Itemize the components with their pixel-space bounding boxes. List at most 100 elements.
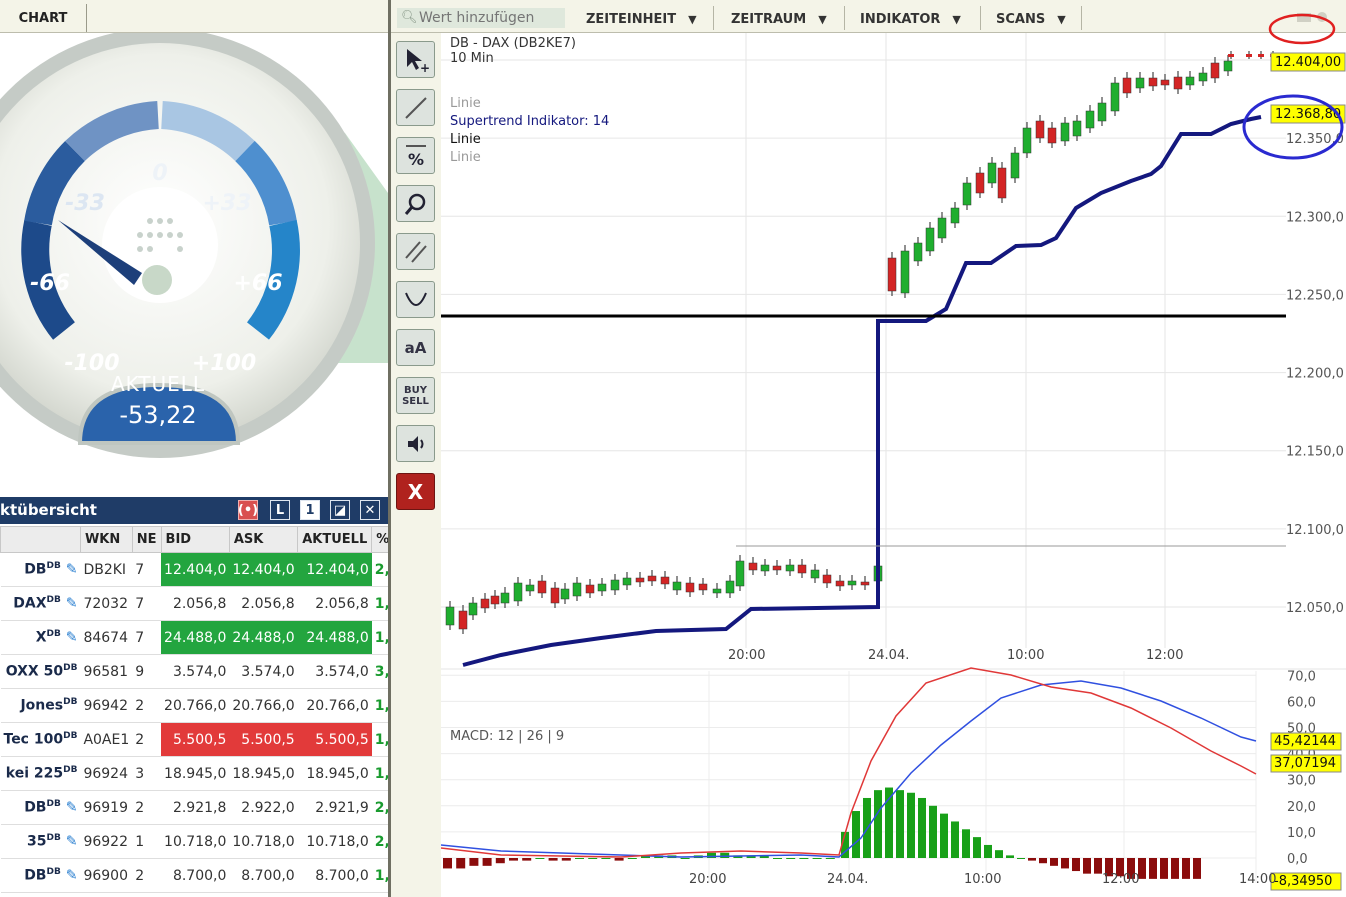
gauge-label-zero: 0 <box>152 161 167 186</box>
chart-tab[interactable]: CHART <box>0 4 87 32</box>
chart-toolbar: 🔍︎ ZEITEINHEIT▼ ZEITRAUM▼ INDIKATOR▼ SCA… <box>391 0 1346 33</box>
price-chart[interactable]: DB - DAX (DB2KE7) 10 Min Linie Supertren… <box>441 33 1346 897</box>
col-ask[interactable]: ASK <box>229 527 297 553</box>
cell-ne: 9 <box>132 655 161 689</box>
db-superscript: DB <box>46 799 60 809</box>
candle-body <box>1061 123 1069 141</box>
cell-akt-text: 18.945,0 <box>306 766 368 782</box>
legend-supertrend[interactable]: Supertrend Indikator: 14 <box>450 114 609 129</box>
candle-body <box>823 575 831 583</box>
table-row[interactable]: DBDB ✎9690028.700,08.700,08.700,01,58 % <box>1 859 389 893</box>
text-tool-button[interactable]: aA <box>396 329 435 366</box>
candle-body <box>1036 121 1044 138</box>
layout-l-button[interactable]: L <box>270 500 290 520</box>
cell-wkn: 96924 <box>80 757 132 791</box>
col-wkn[interactable]: WKN <box>80 527 132 553</box>
cell-akt-text: 10.718,0 <box>306 834 368 850</box>
close-watchlist-button[interactable]: ✕ <box>360 500 380 520</box>
buy-sell-button[interactable]: BUYSELL <box>396 377 435 414</box>
table-row[interactable]: OXX 50DB9658193.574,03.574,03.574,03,61 … <box>1 655 389 689</box>
cell-name: DBDB ✎ <box>1 791 81 825</box>
macd-histogram-bar <box>973 837 981 858</box>
cell-pct-text: 1,03 % <box>375 698 388 714</box>
col-name[interactable] <box>1 527 81 553</box>
add-symbol-input[interactable] <box>397 8 565 28</box>
db-superscript: DB <box>46 867 60 877</box>
menu-separator <box>1081 6 1082 30</box>
buy-label: BUY <box>404 385 427 396</box>
table-row[interactable]: DBDB ✎9691922.921,82.922,02.921,92,17 % <box>1 791 389 825</box>
cell-akt: 5.500,5 <box>298 723 372 757</box>
cell-wkn-text: 96900 <box>83 868 128 884</box>
col-bid[interactable]: BID <box>161 527 229 553</box>
percent-tool-button[interactable]: % <box>396 137 435 174</box>
cell-wkn: 96922 <box>80 825 132 859</box>
edit-pencil-icon[interactable]: ✎ <box>61 596 78 612</box>
col-pct[interactable]: % <box>372 527 388 553</box>
cell-wkn: 96900 <box>80 859 132 893</box>
candle-body <box>811 570 819 578</box>
col-ne[interactable]: NE <box>132 527 161 553</box>
macd-histogram-bar <box>615 858 624 861</box>
cell-name: DBDB ✎ <box>1 859 81 893</box>
candle-body <box>1149 78 1157 86</box>
candle-body <box>1186 77 1194 85</box>
cell-pct-text: 2,75 % <box>375 562 388 578</box>
legend-linie-2[interactable]: Linie <box>450 132 481 147</box>
table-row[interactable]: Tec 100DBA0AE125.500,55.500,55.500,51,05… <box>1 723 389 757</box>
table-row[interactable]: XDB ✎84674724.488,024.488,024.488,01,96 … <box>1 621 389 655</box>
macd-tick-label: 30,0 <box>1287 774 1316 789</box>
table-row[interactable]: 35DB ✎96922110.718,010.718,010.718,02,82… <box>1 825 389 859</box>
candle-body <box>963 183 971 205</box>
aktuell-value: -53,22 <box>119 401 196 429</box>
layout-1-button[interactable]: 1 <box>300 500 320 520</box>
menu-zeitraum[interactable]: ZEITRAUM▼ <box>731 8 827 30</box>
macd-histogram-bar <box>1061 858 1069 868</box>
edit-pencil-icon[interactable]: ✎ <box>61 834 78 850</box>
line-tool-button[interactable] <box>396 89 435 126</box>
col-aktuell[interactable]: AKTUELL <box>298 527 372 553</box>
zoom-tool-button[interactable] <box>396 185 435 222</box>
table-row[interactable]: kei 225DB96924318.945,018.945,018.945,01… <box>1 757 389 791</box>
menu-indikator[interactable]: INDIKATOR▼ <box>860 8 961 30</box>
cell-akt-text: 2.921,9 <box>315 800 368 816</box>
table-row[interactable]: JonesDB96942220.766,020.766,020.766,01,0… <box>1 689 389 723</box>
cell-wkn: 96919 <box>80 791 132 825</box>
cell-pct-text: 1,58 % <box>375 868 388 884</box>
table-row[interactable]: DBDB ✎DB2KI712.404,012.404,012.404,02,75… <box>1 553 389 587</box>
maximize-button[interactable]: ◪ <box>330 500 350 520</box>
cell-ask-text: 8.700,0 <box>241 868 294 884</box>
cell-bid-text: 20.766,0 <box>164 698 226 714</box>
legend-linie-1[interactable]: Linie <box>450 96 481 111</box>
table-row[interactable]: DAXDB ✎7203272.056,82.056,82.056,81,89 % <box>1 587 389 621</box>
menu-zeiteinheit[interactable]: ZEITEINHEIT▼ <box>586 8 697 30</box>
parallel-tool-button[interactable] <box>396 233 435 270</box>
menu-separator <box>713 6 714 30</box>
menu-scans[interactable]: SCANS▼ <box>996 8 1066 30</box>
gauge-svg: -100 -66 -33 0 +33 +66 +100 AKTUELL -53,… <box>0 33 388 495</box>
edit-pencil-icon[interactable]: ✎ <box>61 800 78 816</box>
edit-pencil-icon[interactable]: ✎ <box>61 630 78 646</box>
candle-body <box>786 565 794 571</box>
cell-wkn-text: 72032 <box>83 596 128 612</box>
macd-histogram-bar <box>720 853 729 858</box>
candle-body <box>573 583 581 596</box>
cell-ask-text: 2.056,8 <box>241 596 294 612</box>
macd-histogram-bar <box>995 850 1003 858</box>
edit-pencil-icon[interactable]: ✎ <box>61 562 78 578</box>
cursor-plus-icon: + <box>403 47 429 73</box>
cell-name-text: DB <box>24 868 46 884</box>
cursor-tool-button[interactable]: + <box>396 41 435 78</box>
candle-body <box>976 173 984 193</box>
candle-body <box>914 243 922 261</box>
trendline-icon <box>403 95 429 121</box>
sound-button[interactable] <box>396 425 435 462</box>
macd-histogram-bar <box>1160 858 1168 879</box>
curve-tool-button[interactable] <box>396 281 435 318</box>
candle-body <box>561 589 569 599</box>
close-chart-button[interactable]: X <box>396 473 435 510</box>
live-icon[interactable]: (•) <box>238 500 258 520</box>
legend-linie-3[interactable]: Linie <box>450 150 481 165</box>
edit-pencil-icon[interactable]: ✎ <box>61 868 78 884</box>
cell-ask: 8.700,0 <box>229 859 297 893</box>
